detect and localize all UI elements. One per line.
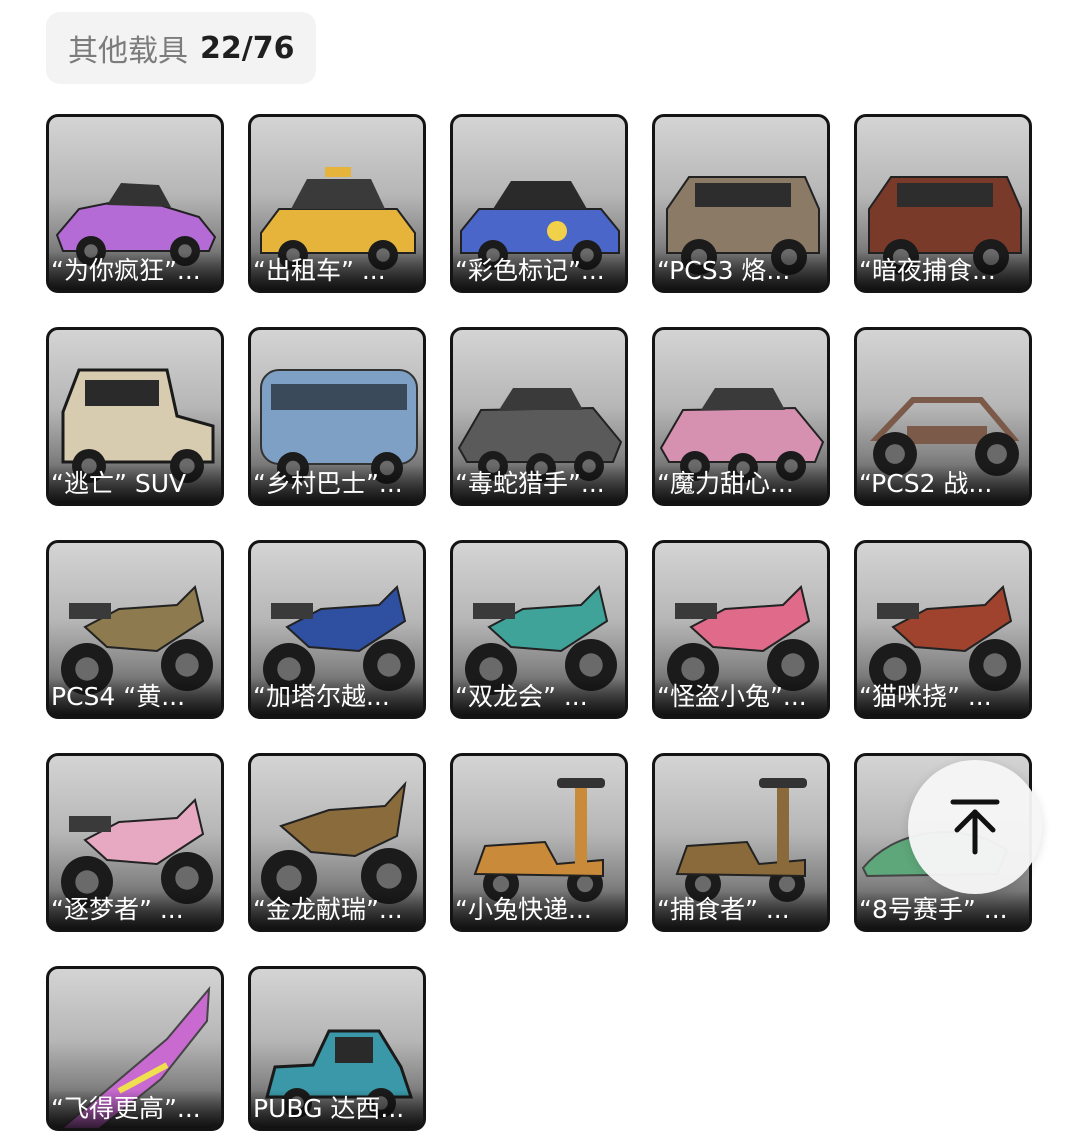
scroll-to-top-button[interactable] [908,760,1042,894]
vehicle-name: “8号赛手” ... [857,891,1029,929]
vehicle-name: PCS4 “黄... [49,678,221,716]
vehicle-name: “暗夜捕食... [857,252,1029,290]
vehicle-name: “逃亡” SUV [49,465,221,503]
vehicle-name: “小兔快递... [453,891,625,929]
vehicle-card[interactable]: “毒蛇猎手”... [450,327,628,506]
vehicle-name: “加塔尔越... [251,678,423,716]
vehicle-name: “飞得更高”... [49,1090,221,1128]
vehicle-name: “PCS2 战... [857,465,1029,503]
vehicle-card[interactable]: “逃亡” SUV [46,327,224,506]
vehicle-name: “双龙会” ... [453,678,625,716]
vehicle-name: “金龙献瑞”... [251,891,423,929]
vehicle-card[interactable]: “PCS2 战... [854,327,1032,506]
vehicle-card[interactable]: “魔力甜心... [652,327,830,506]
vehicle-name: “乡村巴士”... [251,465,423,503]
vehicle-card[interactable]: “猫咪挠” ... [854,540,1032,719]
vehicle-name: “猫咪挠” ... [857,678,1029,716]
category-title: 其他载具 [68,34,188,69]
vehicle-card[interactable]: PCS4 “黄... [46,540,224,719]
vehicle-card[interactable]: “为你疯狂”... [46,114,224,293]
vehicle-card[interactable]: “暗夜捕食... [854,114,1032,293]
vehicle-card[interactable]: “出租车” ... [248,114,426,293]
vehicle-name: “捕食者” ... [655,891,827,929]
vehicle-name: “逐梦者” ... [49,891,221,929]
vehicle-card[interactable]: “小兔快递... [450,753,628,932]
vehicle-card[interactable]: “逐梦者” ... [46,753,224,932]
vehicle-name: “怪盗小兔”... [655,678,827,716]
vehicle-card[interactable]: “乡村巴士”... [248,327,426,506]
vehicle-name: “为你疯狂”... [49,252,221,290]
vehicle-grid: “为你疯狂”... “出租车” ... “彩色标记”... “PCS3 烙... “暗夜… [46,114,1032,1145]
vehicle-card[interactable]: “双龙会” ... [450,540,628,719]
vehicle-name: “毒蛇猎手”... [453,465,625,503]
vehicle-name: “彩色标记”... [453,252,625,290]
vehicle-card[interactable]: “加塔尔越... [248,540,426,719]
vehicle-name: “出租车” ... [251,252,423,290]
vehicle-name: “PCS3 烙... [655,252,827,290]
vehicle-collection-page: 其他载具 22/76 “为你疯狂”... “出租车” ... “彩色标记”... “P… [0,0,1080,1145]
vehicle-name: PUBG 达西... [251,1090,423,1128]
vehicle-card[interactable]: “飞得更高”... [46,966,224,1131]
category-count-chip[interactable]: 其他载具 22/76 [46,12,316,84]
vehicle-name: “魔力甜心... [655,465,827,503]
arrow-up-to-top-icon [950,799,1000,855]
vehicle-card[interactable]: “彩色标记”... [450,114,628,293]
vehicle-card[interactable]: PUBG 达西... [248,966,426,1131]
vehicle-card[interactable]: “PCS3 烙... [652,114,830,293]
vehicle-card[interactable]: “金龙献瑞”... [248,753,426,932]
vehicle-card[interactable]: “怪盗小兔”... [652,540,830,719]
vehicle-card[interactable]: “捕食者” ... [652,753,830,932]
collection-count: 22/76 [200,30,295,66]
